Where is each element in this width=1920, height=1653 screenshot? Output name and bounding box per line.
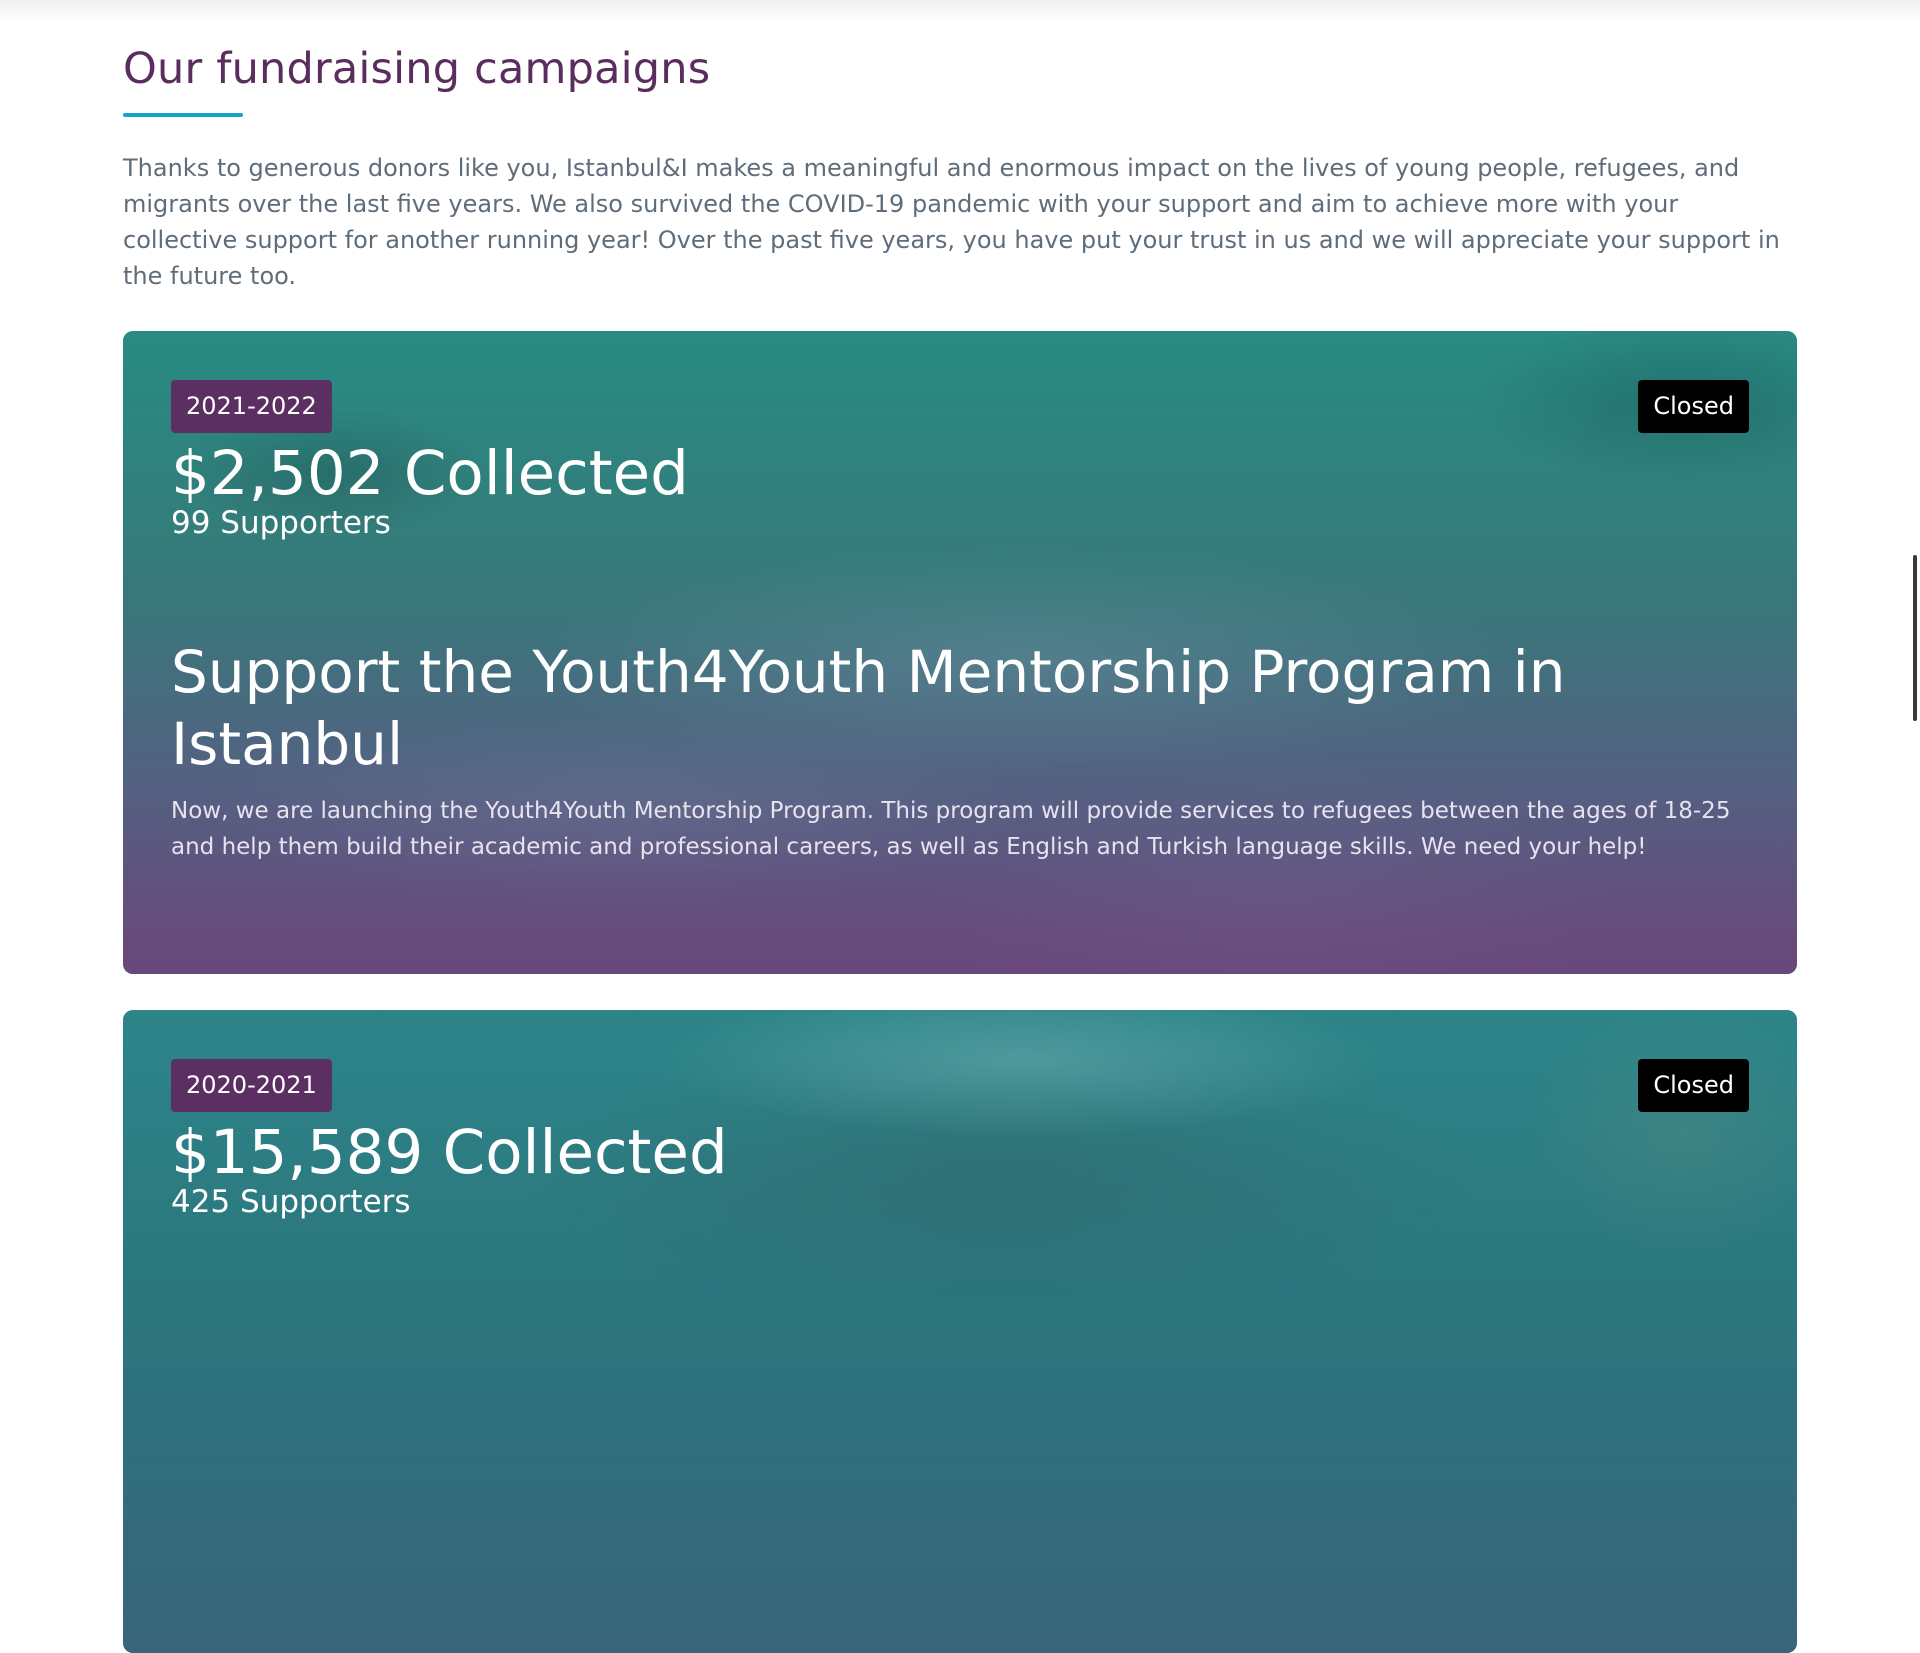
campaign-description: Now, we are launching the Youth4Youth Me… (171, 798, 1731, 860)
campaign-year-badge: 2021-2022 (171, 380, 332, 433)
campaign-supporters-count: 425 Supporters (171, 1184, 411, 1220)
campaign-card[interactable]: 2021-2022 Closed $2,502 Collected 99 Sup… (123, 331, 1797, 974)
campaign-status-badge: Closed (1638, 380, 1749, 433)
campaign-photo-overlay (123, 1010, 1797, 1653)
header-shadow (0, 0, 1920, 22)
campaign-status-badge: Closed (1638, 1059, 1749, 1112)
page-scrollbar[interactable] (1910, 0, 1920, 1200)
campaign-supporters-count: 99 Supporters (171, 505, 391, 541)
section-intro: Thanks to generous donors like you, Ista… (123, 154, 1780, 290)
campaign-year-badge: 2020-2021 (171, 1059, 332, 1112)
campaign-card[interactable]: 2020-2021 Closed $15,589 Collected 425 S… (123, 1010, 1797, 1653)
scrollbar-thumb[interactable] (1913, 555, 1917, 721)
title-underline (123, 113, 243, 117)
section-title: Our fundraising campaigns (123, 44, 711, 94)
campaign-title[interactable]: Support the Youth4Youth Mentorship Progr… (171, 636, 1751, 780)
